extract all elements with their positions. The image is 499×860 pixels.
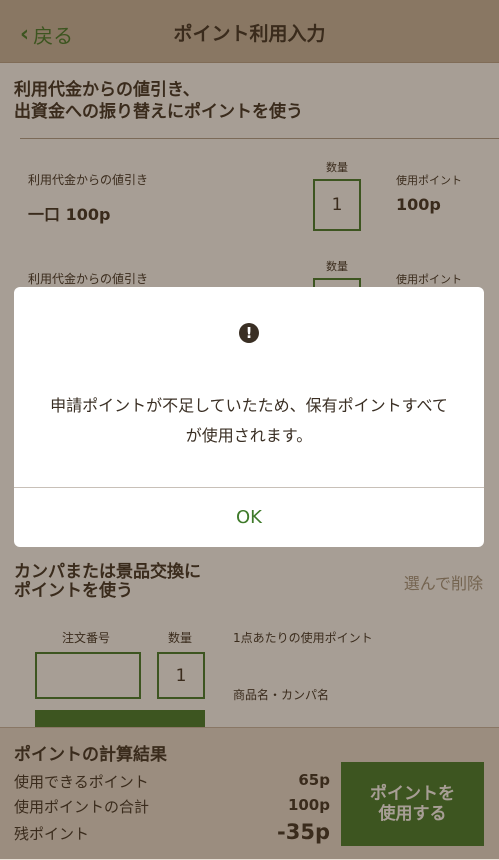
dialog-message-line2: が使用されます。: [185, 426, 313, 445]
alert-dialog: ! 申請ポイントが不足していたため、保有ポイントすべて が使用されます。 OK: [14, 287, 484, 547]
exclamation-icon: !: [239, 323, 259, 343]
dialog-message-line1: 申請ポイントが不足していたため、保有ポイントすべて: [50, 396, 448, 415]
ok-button[interactable]: OK: [14, 488, 484, 547]
dialog-message: 申請ポイントが不足していたため、保有ポイントすべて が使用されます。: [34, 391, 464, 451]
